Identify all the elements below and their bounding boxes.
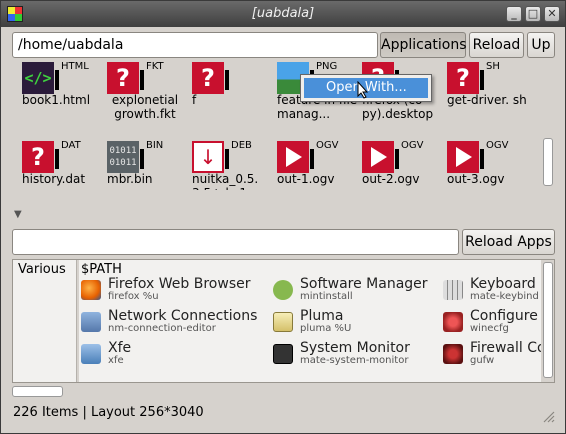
file-type-label: SH	[486, 62, 500, 72]
file-name: out-1.ogv	[277, 172, 335, 186]
video-file-icon	[277, 141, 309, 173]
file-item[interactable]: ? f	[192, 62, 274, 126]
file-name: mbr.bin	[107, 172, 153, 186]
firewall-icon	[443, 344, 463, 364]
file-item[interactable]: </> HTML book1.html	[22, 62, 104, 126]
firefox-icon	[81, 280, 101, 300]
monitor-icon	[273, 344, 293, 364]
file-type-label: OGV	[486, 140, 509, 151]
category-column: Various	[13, 260, 77, 382]
binary-file-icon: 01011 01011	[107, 141, 139, 173]
file-name: out-3.ogv	[447, 172, 505, 186]
apps-panel: Various $PATH Firefox Web Browser firefo…	[12, 259, 555, 383]
file-name: nuitka_0.5. 3.5+ds-1_a...	[192, 172, 272, 190]
app-command: nm-connection-editor	[108, 323, 216, 334]
app-name: Network Connections	[108, 308, 258, 324]
app-name: Firefox Web Browser	[108, 276, 251, 292]
minimize-button[interactable]: _	[506, 6, 522, 22]
file-type-label: OGV	[401, 140, 424, 151]
file-item[interactable]: ? SH get-driver. sh	[447, 62, 529, 126]
apps-scrollbar[interactable]	[542, 260, 554, 382]
file-name: book1.html	[22, 93, 91, 107]
file-item[interactable]: 01011 01011 BIN mbr.bin	[107, 140, 189, 190]
video-file-icon	[362, 141, 394, 173]
app-command: mate-system-monitor	[300, 355, 409, 366]
applications-button[interactable]: Applications	[380, 32, 467, 58]
file-type-label: BIN	[146, 140, 164, 151]
file-type-label: DAT	[61, 140, 81, 151]
keyboard-icon	[443, 280, 463, 300]
file-name: explonetial growth.fkt	[111, 93, 179, 121]
app-name: System Monitor	[300, 340, 410, 356]
file-type-label: FKT	[146, 62, 164, 72]
app-window: [uabdala] _ □ ✕ /home/uabdala Applicatio…	[0, 0, 566, 434]
app-item[interactable]: Xfe xfe	[81, 340, 281, 368]
scrollbar-thumb[interactable]	[543, 262, 553, 378]
app-command: winecfg	[470, 323, 509, 334]
file-item[interactable]: OGV out-2.ogv	[362, 140, 444, 190]
app-name: Firewall Co	[470, 340, 541, 356]
app-name: Software Manager	[300, 276, 428, 292]
file-item[interactable]: DEB nuitka_0.5. 3.5+ds-1_a...	[192, 140, 274, 190]
reload-apps-button[interactable]: Reload Apps	[462, 229, 555, 255]
window-title: [uabdala]	[251, 6, 315, 21]
file-name: f	[192, 93, 197, 107]
title-bar[interactable]: [uabdala] _ □ ✕	[1, 1, 565, 27]
file-name: get-driver. sh	[447, 93, 527, 107]
file-name: history.dat	[22, 172, 86, 186]
apps-filter-input[interactable]	[12, 229, 459, 255]
unknown-file-icon: ?	[447, 62, 479, 94]
file-name: out-2.ogv	[362, 172, 420, 186]
pluma-icon	[273, 312, 293, 332]
scrollbar-thumb[interactable]	[543, 138, 553, 186]
file-type-label: DEB	[231, 140, 252, 151]
app-name: Xfe	[108, 340, 132, 356]
app-command: firefox %u	[108, 291, 159, 302]
close-button[interactable]: ✕	[544, 6, 560, 22]
network-icon	[81, 312, 101, 332]
path-input[interactable]: /home/uabdala	[12, 32, 378, 58]
reload-button[interactable]: Reload	[469, 32, 524, 58]
up-button[interactable]: Up	[527, 32, 555, 58]
horizontal-scrollbar-thumb[interactable]	[12, 386, 63, 397]
category-path[interactable]: $PATH	[81, 262, 122, 277]
html-file-icon: </>	[22, 62, 54, 94]
app-item[interactable]: Configure winecfg	[443, 308, 541, 336]
status-bar-text: 226 Items | Layout 256*3040	[13, 405, 204, 420]
maximize-button[interactable]: □	[525, 6, 541, 22]
app-command: mate-keybind	[470, 291, 539, 302]
file-type-label: OGV	[316, 140, 339, 151]
app-name: Pluma	[300, 308, 344, 324]
app-command: mintinstall	[300, 291, 353, 302]
wine-icon	[443, 312, 463, 332]
file-grid-scrollbar[interactable]	[542, 62, 554, 190]
xfe-icon	[81, 344, 101, 364]
file-type-label: HTML	[61, 62, 89, 72]
file-item[interactable]: OGV out-3.ogv	[447, 140, 529, 190]
category-various[interactable]: Various	[18, 262, 66, 277]
file-grid[interactable]: </> HTML book1.html ? FKT explonetial gr…	[12, 62, 542, 190]
app-name: Configure	[470, 308, 538, 324]
file-item[interactable]: OGV out-1.ogv	[277, 140, 359, 190]
app-name: Keyboard	[470, 276, 536, 292]
app-command: pluma %U	[300, 323, 352, 334]
mint-icon	[273, 280, 293, 300]
video-file-icon	[447, 141, 479, 173]
unknown-file-icon: ?	[107, 62, 139, 94]
unknown-file-icon: ?	[22, 141, 54, 173]
file-type-label: PNG	[316, 62, 338, 72]
unknown-file-icon: ?	[192, 62, 224, 94]
file-item[interactable]: ? FKT explonetial growth.fkt	[107, 62, 189, 126]
resize-grip-icon[interactable]	[541, 409, 555, 423]
app-item[interactable]: Firefox Web Browser firefox %u	[81, 276, 281, 304]
app-item[interactable]: Firewall Co gufw	[443, 340, 541, 368]
debian-package-icon	[192, 141, 224, 173]
app-command: gufw	[470, 355, 495, 366]
app-command: xfe	[108, 355, 124, 366]
app-item[interactable]: Network Connections nm-connection-editor	[81, 308, 281, 336]
expander-arrow-icon[interactable]: ▼	[14, 209, 22, 220]
apps-list[interactable]: $PATH Firefox Web Browser firefox %u Sof…	[79, 260, 541, 382]
file-item[interactable]: ? DAT history.dat	[22, 140, 104, 190]
app-item[interactable]: Keyboard mate-keybind	[443, 276, 541, 304]
